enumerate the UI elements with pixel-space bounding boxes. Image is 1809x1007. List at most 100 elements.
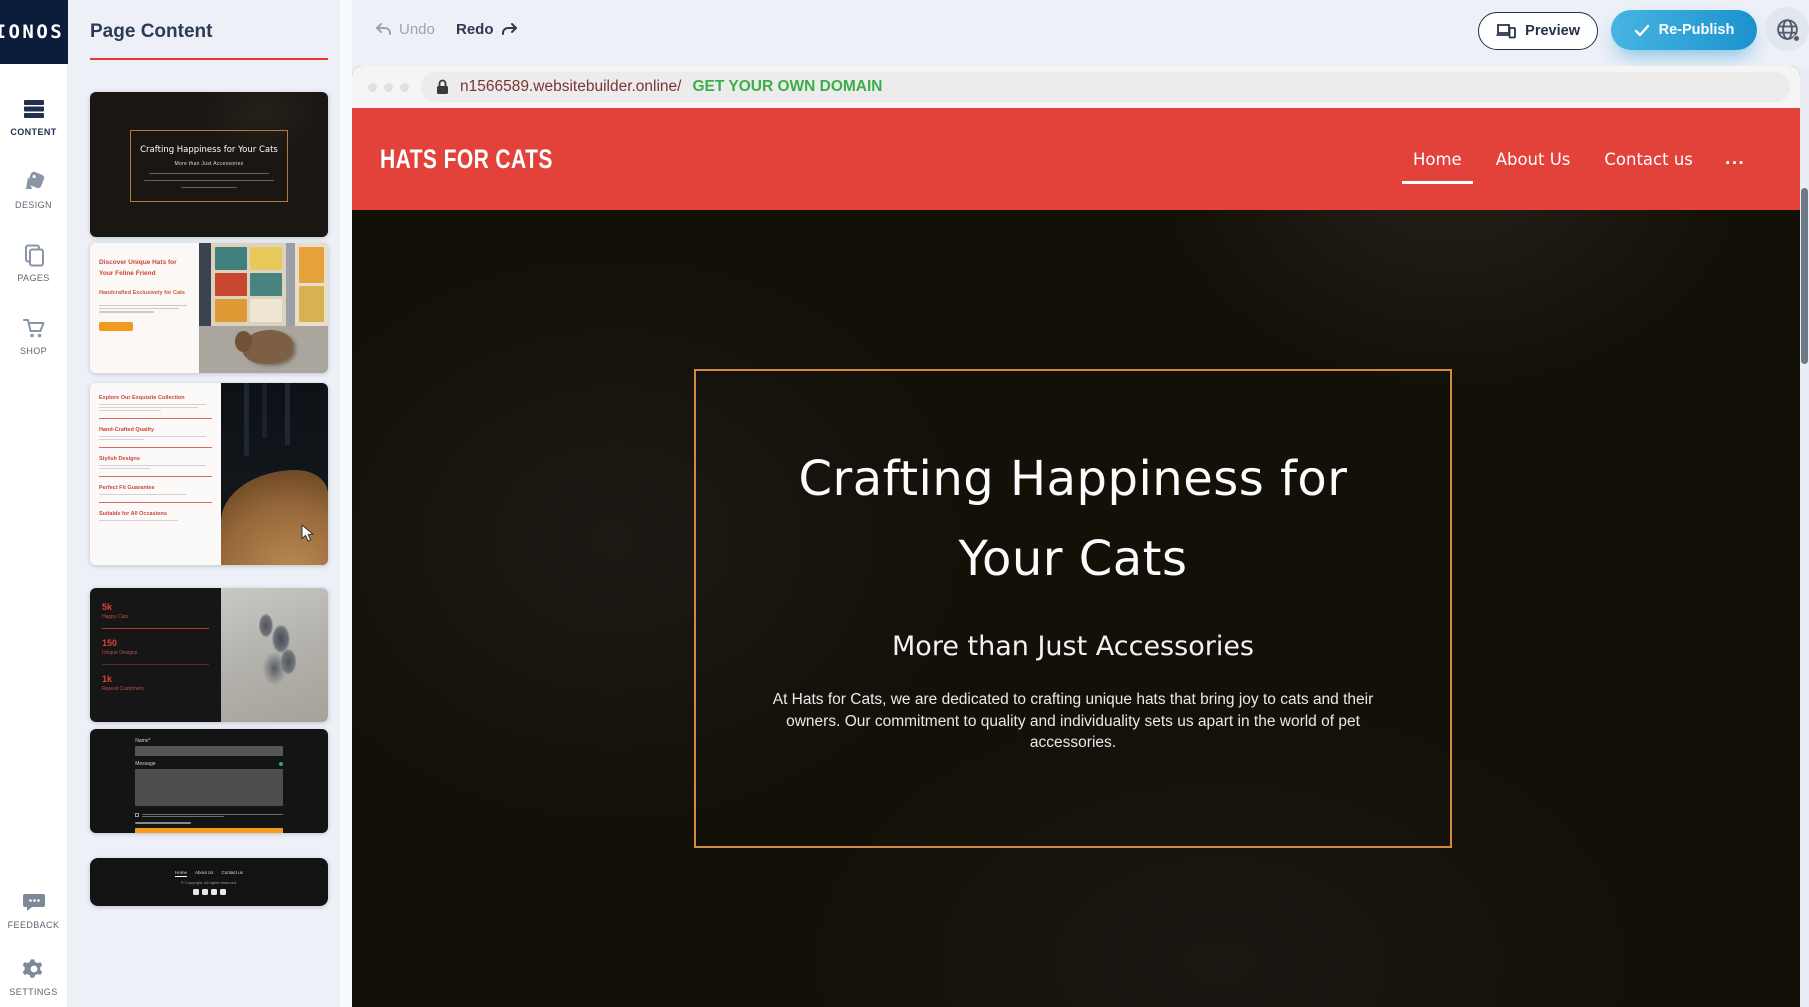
- website-canvas: n1566589.websitebuilder.online/ GET YOUR…: [352, 66, 1800, 1007]
- undo-button[interactable]: Undo: [375, 21, 435, 38]
- site-preview: HATS FOR CATS Home About Us Contact us .…: [352, 108, 1800, 1007]
- redo-button[interactable]: Redo: [456, 21, 518, 38]
- republish-button[interactable]: Re-Publish: [1611, 10, 1757, 50]
- hero-body-line: accessories.: [696, 732, 1450, 754]
- site-header: HATS FOR CATS Home About Us Contact us .…: [352, 108, 1800, 210]
- sidebar-item-label: CONTENT: [10, 127, 56, 137]
- stat-value: 1k: [102, 674, 209, 684]
- hero-body-line: owners. Our commitment to quality and in…: [696, 711, 1450, 733]
- feature-subheading: Handcrafted Exclusively for Cats: [99, 290, 190, 296]
- browser-chrome-bar: n1566589.websitebuilder.online/ GET YOUR…: [352, 66, 1800, 108]
- mini-hero-title: Crafting Happiness for Your Cats: [140, 144, 278, 158]
- greeked-text: [99, 520, 178, 521]
- greeked-text: [99, 494, 187, 495]
- sidebar-item-shop[interactable]: SHOP: [0, 315, 67, 356]
- republish-label: Re-Publish: [1659, 22, 1735, 38]
- mini-name-input: [135, 746, 283, 756]
- divider: [102, 628, 209, 629]
- mini-shop-button: [99, 322, 133, 331]
- hero-title-line: Crafting Happiness for: [696, 439, 1450, 519]
- content-layers-icon: [21, 96, 47, 122]
- preview-button[interactable]: Preview: [1478, 12, 1598, 50]
- mini-selection-box: Crafting Happiness for Your Cats More th…: [130, 130, 287, 203]
- site-brand-logo[interactable]: HATS FOR CATS: [380, 144, 553, 175]
- panel-title-underline: [90, 58, 328, 60]
- devices-icon: [1496, 23, 1516, 39]
- site-url[interactable]: n1566589.websitebuilder.online/: [460, 78, 681, 96]
- redo-icon: [501, 22, 518, 37]
- photo-cat-back: [221, 470, 328, 565]
- collection-text-column: Explore Our Exquisite Collection Hand-Cr…: [90, 383, 221, 565]
- sidebar-item-feedback[interactable]: FEEDBACK: [0, 889, 67, 930]
- nav-link-label: Contact us: [1604, 150, 1693, 169]
- divider: [99, 476, 212, 477]
- panel-scrollbar[interactable]: [340, 0, 352, 1007]
- section-thumbnail-feature[interactable]: Discover Unique Hats for Your Feline Fri…: [90, 243, 328, 373]
- greeked-text: [99, 305, 187, 306]
- stats-photo-paw-print: [221, 588, 328, 722]
- greeked-text: [99, 407, 198, 408]
- address-bar[interactable]: n1566589.websitebuilder.online/ GET YOUR…: [421, 72, 1790, 102]
- mini-hero-subtitle: More than Just Accessories: [175, 161, 244, 167]
- nav-overflow-button[interactable]: ...: [1725, 150, 1745, 168]
- mini-footer-copyright: © Copyright. All rights reserved.: [181, 880, 237, 885]
- feature-text-column: Discover Unique Hats for Your Feline Fri…: [90, 243, 199, 373]
- site-nav-home[interactable]: Home: [1411, 144, 1464, 175]
- mini-send-button: [135, 828, 283, 833]
- greeked-text: [99, 468, 150, 469]
- greeked-text: [99, 410, 161, 411]
- site-nav-contact[interactable]: Contact us: [1602, 144, 1695, 175]
- hero-section: Crafting Happiness for Your Cats More th…: [352, 210, 1800, 1007]
- photo-poster-wall-right: [295, 243, 328, 326]
- site-nav-about[interactable]: About Us: [1494, 144, 1573, 175]
- sidebar-item-pages[interactable]: PAGES: [0, 242, 67, 283]
- feature-photo-cat-street: [199, 243, 328, 373]
- greeked-text: [99, 465, 206, 466]
- mini-footer-link: Home: [175, 870, 187, 877]
- greeked-text: [99, 308, 179, 309]
- greeked-paragraph: [99, 305, 190, 313]
- design-swatch-icon: [21, 169, 47, 195]
- panel-title: Page Content: [68, 0, 352, 43]
- sidebar-item-design[interactable]: DESIGN: [0, 169, 67, 210]
- stats-column: 5k Happy Cats 150 Unique Designs 1k Repe…: [90, 588, 221, 722]
- divider: [99, 447, 212, 448]
- section-thumbnail-collection[interactable]: Explore Our Exquisite Collection Hand-Cr…: [90, 383, 328, 565]
- ionos-logo[interactable]: IONOS: [0, 0, 68, 64]
- mini-contact-form: Name* Message: [135, 738, 283, 833]
- canvas-scrollbar-thumb[interactable]: [1801, 188, 1808, 364]
- sidebar-item-label: SHOP: [20, 346, 47, 356]
- collection-item-heading: Suitable for All Occasions: [99, 511, 212, 517]
- globe-language-button[interactable]: [1765, 7, 1809, 51]
- social-icon: [220, 889, 226, 895]
- stat-label: Happy Cats: [102, 614, 209, 620]
- greeked-text: [181, 187, 237, 189]
- section-thumbnail-footer[interactable]: Home About Us Contact us © Copyright. Al…: [90, 858, 328, 906]
- checkmark-icon: [1634, 24, 1650, 37]
- greeked-text: [149, 173, 270, 175]
- sidebar-item-content[interactable]: CONTENT: [0, 96, 67, 137]
- section-thumbnail-hero[interactable]: Crafting Happiness for Your Cats More th…: [90, 92, 328, 237]
- hero-selected-block[interactable]: Crafting Happiness for Your Cats More th…: [694, 369, 1452, 848]
- feedback-bubble-icon: [21, 889, 47, 915]
- mini-footer-link: About Us: [195, 870, 214, 877]
- mini-consent-checkbox: [135, 813, 139, 817]
- sidebar-item-settings[interactable]: SETTINGS: [0, 956, 67, 997]
- sidebar-item-label: FEEDBACK: [8, 920, 60, 930]
- collection-photo-cat-fur: [221, 383, 328, 565]
- greeked-text: [99, 439, 144, 440]
- pages-icon: [21, 242, 47, 268]
- stat-label: Unique Designs: [102, 650, 209, 656]
- canvas-scrollbar-track[interactable]: [1800, 66, 1809, 1007]
- divider: [102, 664, 209, 665]
- section-thumbnail-contact-form[interactable]: Name* Message: [90, 729, 328, 833]
- get-domain-link[interactable]: GET YOUR OWN DOMAIN: [692, 78, 882, 96]
- mini-hero-title-line: Your Cats: [238, 145, 278, 155]
- preview-label: Preview: [1525, 23, 1580, 39]
- stat-label: Repeat Customers: [102, 686, 209, 692]
- collection-item-heading: Stylish Designs: [99, 456, 212, 462]
- collection-item-heading: Perfect Fit Guarantee: [99, 485, 212, 491]
- gear-icon: [21, 956, 47, 982]
- window-control-dots: [368, 83, 409, 92]
- section-thumbnail-stats[interactable]: 5k Happy Cats 150 Unique Designs 1k Repe…: [90, 588, 328, 722]
